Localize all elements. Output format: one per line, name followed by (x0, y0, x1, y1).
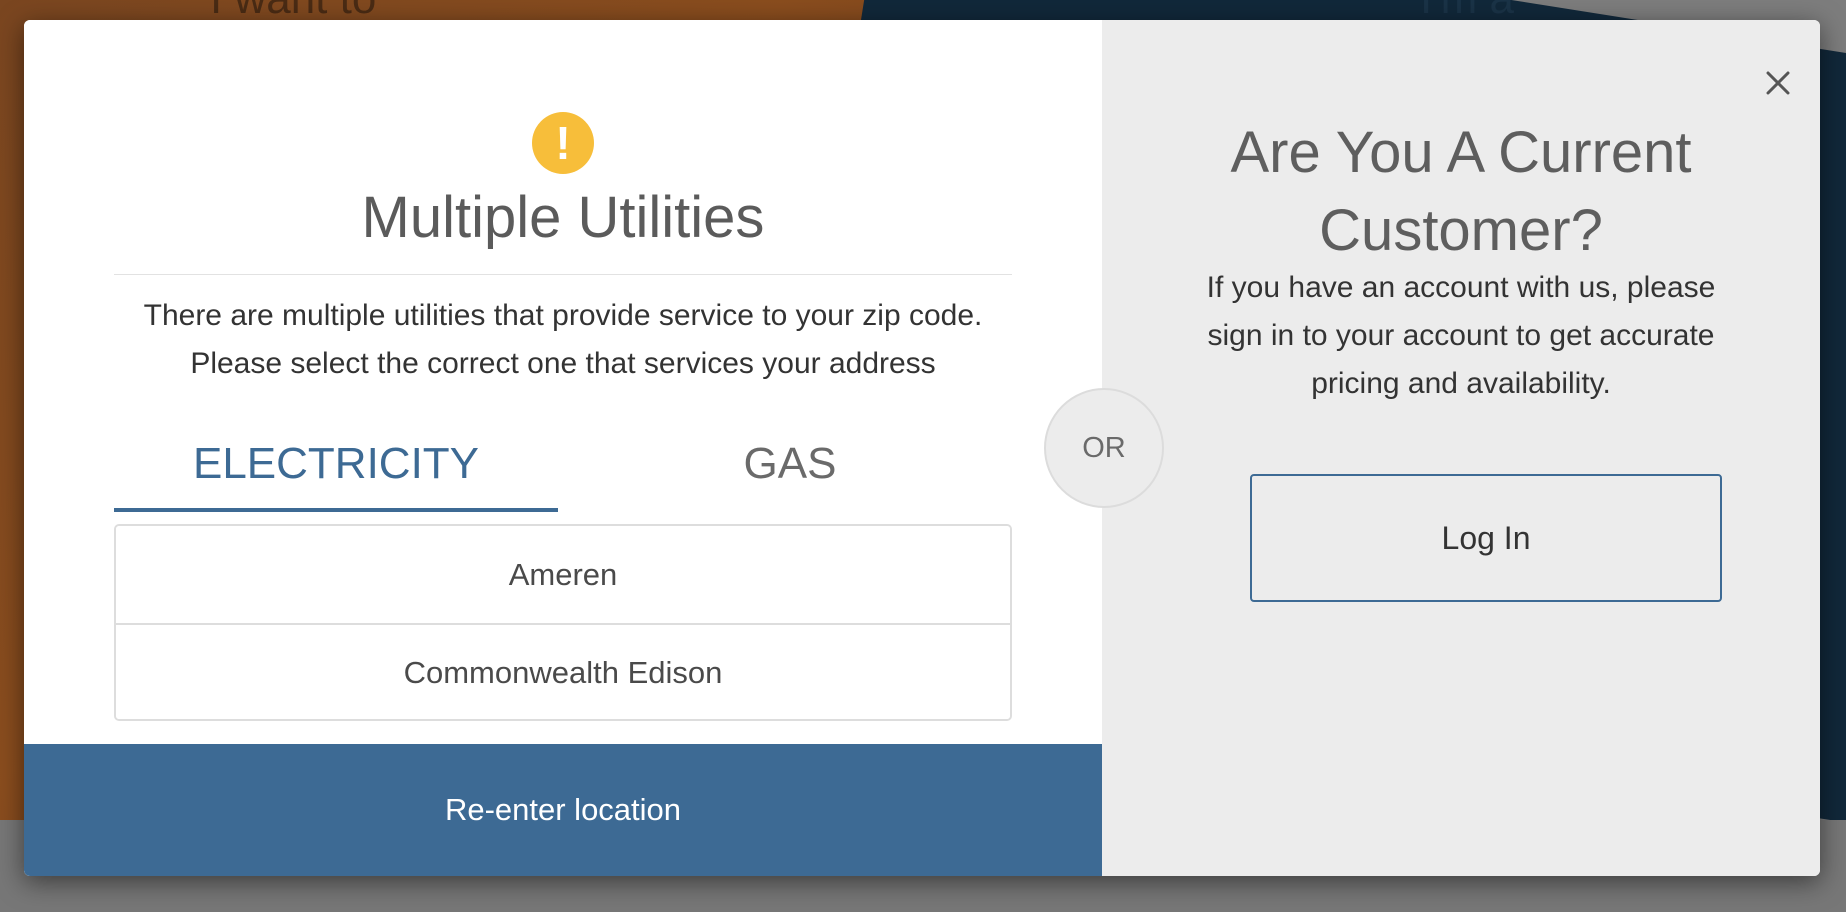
close-icon (1766, 71, 1790, 94)
description-line: There are multiple utilities that provid… (143, 299, 983, 332)
utility-selection-pane: ! Multiple Utilities There are multiple … (24, 20, 1102, 876)
modal-description: There are multiple utilities that provid… (94, 292, 1032, 388)
description-line: sign in to your account to get accurate (1207, 319, 1715, 352)
or-divider-badge: OR (1044, 388, 1164, 508)
description-line: If you have an account with us, please (1206, 271, 1716, 304)
current-customer-title: Are You A Current Customer? (1122, 114, 1800, 270)
reenter-location-button[interactable]: Re-enter location (24, 744, 1102, 876)
tab-electricity[interactable]: ELECTRICITY (114, 420, 558, 512)
utility-list: Ameren Commonwealth Edison (114, 524, 1012, 721)
utility-selection-modal: ! Multiple Utilities There are multiple … (24, 20, 1820, 876)
description-line: Please select the correct one that servi… (190, 347, 936, 380)
warning-icon: ! (532, 112, 594, 174)
tab-gas[interactable]: GAS (568, 420, 1012, 512)
title-line: Are You A Current (1230, 120, 1692, 185)
title-line: Customer? (1319, 198, 1603, 263)
description-line: pricing and availability. (1311, 367, 1611, 400)
login-button[interactable]: Log In (1250, 474, 1722, 602)
utility-option-ameren[interactable]: Ameren (116, 526, 1010, 623)
utility-option-commonwealth-edison[interactable]: Commonwealth Edison (116, 623, 1010, 719)
current-customer-pane: Are You A Current Customer? If you have … (1102, 20, 1820, 876)
close-button[interactable] (1754, 60, 1802, 108)
title-divider (114, 274, 1012, 275)
modal-title: Multiple Utilities (361, 185, 765, 250)
current-customer-description: If you have an account with us, please s… (1162, 264, 1760, 408)
